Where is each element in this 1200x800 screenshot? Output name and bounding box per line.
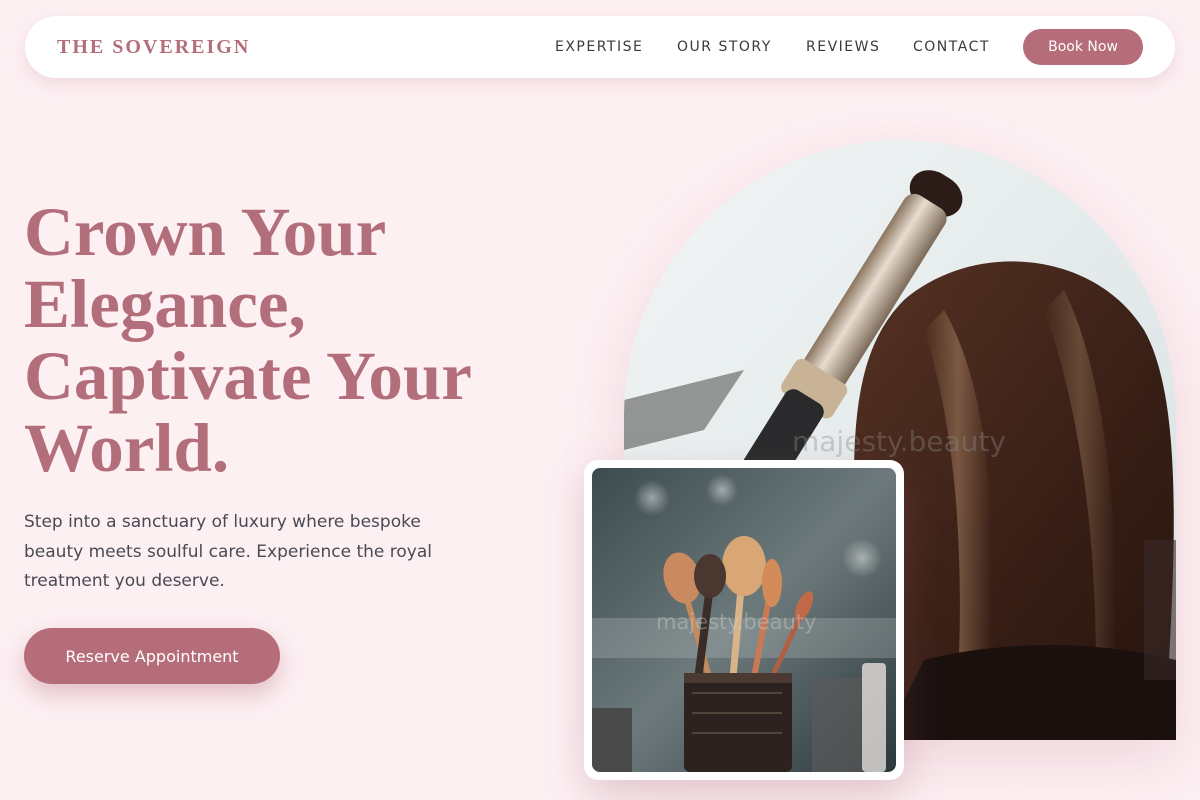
nav-link-our-story[interactable]: OUR STORY <box>677 38 772 56</box>
reserve-appointment-button[interactable]: Reserve Appointment <box>24 628 280 684</box>
nav-link-contact[interactable]: CONTACT <box>913 38 990 56</box>
hero-title: Crown Your Elegance, Captivate Your Worl… <box>24 194 471 486</box>
hero-subtitle: Step into a sanctuary of luxury where be… <box>24 512 432 591</box>
nav-link-expertise[interactable]: EXPERTISE <box>555 38 643 56</box>
nav-link-reviews[interactable]: REVIEWS <box>806 38 880 56</box>
makeup-brushes-card <box>584 460 904 780</box>
brand-logo[interactable]: THE SOVEREIGN <box>57 35 250 59</box>
book-now-button[interactable]: Book Now <box>1023 29 1143 65</box>
navbar: THE SOVEREIGN EXPERTISE OUR STORY REVIEW… <box>25 16 1175 78</box>
makeup-brushes-image <box>592 468 896 772</box>
makeup-brushes-illustration <box>592 468 896 772</box>
